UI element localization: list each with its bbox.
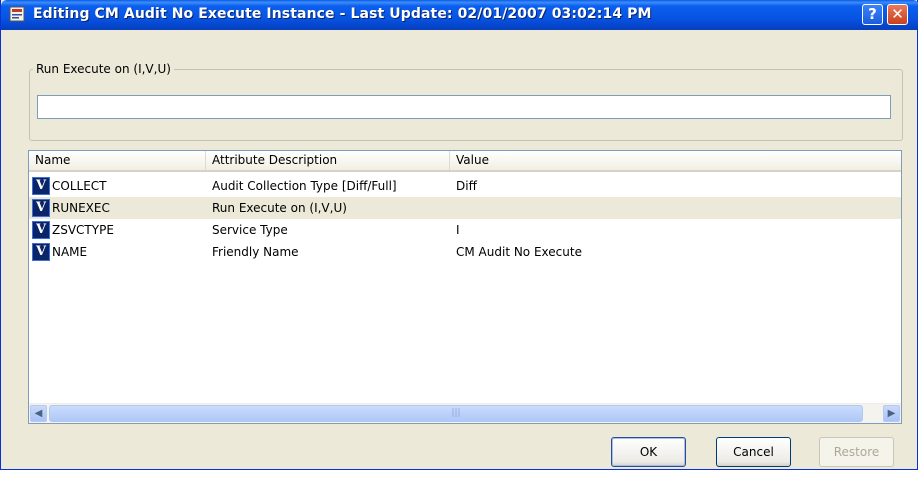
row-description: Audit Collection Type [Diff/Full] bbox=[212, 179, 397, 193]
list-header: Name Attribute Description Value bbox=[29, 151, 901, 172]
table-row[interactable]: V ZSVCTYPE Service Type I bbox=[29, 219, 901, 241]
scrollbar-thumb[interactable]: ||| bbox=[49, 405, 863, 422]
row-description: Run Execute on (I,V,U) bbox=[212, 201, 347, 215]
table-row[interactable]: V COLLECT Audit Collection Type [Diff/Fu… bbox=[29, 175, 901, 197]
row-name: COLLECT bbox=[52, 179, 107, 193]
close-button[interactable]: ✕ bbox=[887, 4, 908, 25]
row-value: Diff bbox=[456, 179, 477, 193]
variable-icon: V bbox=[32, 177, 50, 195]
title-bar[interactable]: Editing CM Audit No Execute Instance - L… bbox=[1, 0, 918, 30]
row-description: Service Type bbox=[212, 223, 288, 237]
cancel-button[interactable]: Cancel bbox=[716, 437, 791, 467]
variable-icon: V bbox=[32, 243, 50, 261]
table-row[interactable]: V NAME Friendly Name CM Audit No Execute bbox=[29, 241, 901, 263]
run-execute-label: Run Execute on (I,V,U) bbox=[33, 62, 174, 76]
variable-icon: V bbox=[32, 221, 50, 239]
table-row-selected[interactable]: V RUNEXEC Run Execute on (I,V,U) bbox=[29, 197, 901, 219]
scroll-right-arrow-icon[interactable]: ▶ bbox=[883, 405, 900, 422]
dialog-window: Editing CM Audit No Execute Instance - L… bbox=[0, 0, 918, 470]
row-value: I bbox=[456, 223, 460, 237]
app-edit-icon bbox=[9, 6, 25, 22]
row-description: Friendly Name bbox=[212, 245, 299, 259]
row-name: ZSVCTYPE bbox=[52, 223, 114, 237]
row-value: CM Audit No Execute bbox=[456, 245, 582, 259]
column-header-value[interactable]: Value bbox=[450, 151, 901, 170]
ok-button[interactable]: OK bbox=[611, 437, 686, 467]
horizontal-scrollbar[interactable]: ◀ ||| ▶ bbox=[29, 403, 901, 423]
variable-icon: V bbox=[32, 199, 50, 217]
scroll-left-arrow-icon[interactable]: ◀ bbox=[30, 405, 47, 422]
window-title: Editing CM Audit No Execute Instance - L… bbox=[33, 6, 652, 22]
column-header-name[interactable]: Name bbox=[29, 151, 206, 170]
row-name: NAME bbox=[52, 245, 88, 259]
row-name: RUNEXEC bbox=[52, 201, 110, 215]
attribute-list[interactable]: Name Attribute Description Value V COLLE… bbox=[28, 150, 902, 424]
restore-button[interactable]: Restore bbox=[819, 437, 894, 467]
column-header-description[interactable]: Attribute Description bbox=[206, 151, 450, 170]
help-button[interactable]: ? bbox=[862, 4, 883, 25]
run-execute-input[interactable] bbox=[37, 95, 891, 119]
